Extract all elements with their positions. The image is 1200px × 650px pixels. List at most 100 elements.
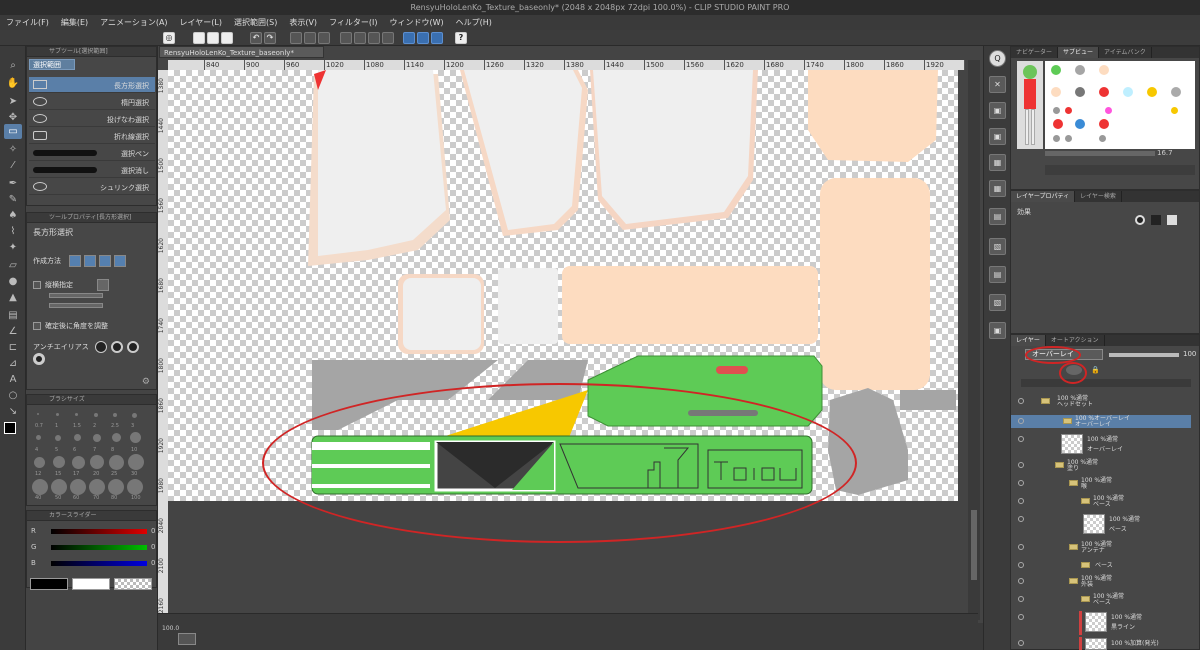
command-icon[interactable]: ▣ <box>989 102 1006 119</box>
menu-selection[interactable]: 選択範囲(S) <box>234 17 277 28</box>
menu-layer[interactable]: レイヤー(L) <box>180 17 222 28</box>
brush-size-preset[interactable] <box>36 435 41 440</box>
aspect-height-field[interactable] <box>49 303 103 308</box>
color-picker-image[interactable] <box>1045 61 1195 149</box>
menu-window[interactable]: ウィンドウ(W) <box>390 17 444 28</box>
command-icon[interactable]: ✕ <box>989 76 1006 93</box>
red-slider[interactable] <box>51 529 147 534</box>
eye-icon[interactable] <box>1018 614 1024 620</box>
eraser-tool-icon[interactable]: ▱ <box>4 258 22 273</box>
operation-tool-icon[interactable]: ➤ <box>4 94 22 109</box>
layer-row[interactable]: 100 %通常 塗り <box>1011 459 1191 472</box>
blend-tool-icon[interactable]: ● <box>4 274 22 289</box>
subtool-item-shrink[interactable]: シュリンク選択 <box>29 179 155 195</box>
tab-navigator[interactable]: ナビゲーター <box>1011 47 1059 58</box>
brush-size-preset[interactable] <box>53 456 65 468</box>
brush-size-preset[interactable] <box>51 479 67 495</box>
eye-icon[interactable] <box>1018 480 1024 486</box>
menu-filter[interactable]: フィルター(I) <box>329 17 377 28</box>
zoom-tool-icon[interactable]: ⌕ <box>4 58 22 73</box>
layer-row[interactable]: 100 %通常 オーバーレイ <box>1011 433 1191 457</box>
eye-icon[interactable] <box>1018 562 1024 568</box>
auto-select-icon[interactable]: ✧ <box>4 142 22 157</box>
invert-selection-icon[interactable] <box>368 32 380 44</box>
eye-icon[interactable] <box>1018 436 1024 442</box>
fill-tool-icon[interactable]: ▲ <box>4 290 22 305</box>
correct-line-tool-icon[interactable]: ↘ <box>4 404 22 419</box>
pen-tool-icon[interactable]: ✒ <box>4 176 22 191</box>
lock-icon[interactable]: 🔒 <box>1091 366 1100 374</box>
command-icon[interactable]: ▧ <box>989 238 1006 255</box>
zoom-slider[interactable] <box>1045 151 1155 156</box>
command-icon[interactable]: ▤ <box>989 208 1006 225</box>
figure-tool-icon[interactable]: ∠ <box>4 324 22 339</box>
layer-row[interactable]: 100 %加算(発光) <box>1011 637 1191 650</box>
aspect-checkbox[interactable] <box>33 281 41 289</box>
main-color-swatch[interactable] <box>4 422 22 437</box>
tab-layer[interactable]: レイヤー <box>1011 335 1046 346</box>
antialias-weak-icon[interactable] <box>110 341 123 353</box>
tab-auto-action[interactable]: オートアクション <box>1046 335 1105 346</box>
tab-subview[interactable]: サブビュー <box>1058 47 1100 58</box>
reference-character-image[interactable] <box>1017 61 1043 149</box>
canvas-paper[interactable] <box>168 70 958 501</box>
effect-tone-icon[interactable] <box>1151 215 1161 225</box>
clear-outside-icon[interactable] <box>304 32 316 44</box>
menu-animation[interactable]: アニメーション(A) <box>100 17 167 28</box>
subtool-item-polyline[interactable]: 折れ線選択 <box>29 128 155 144</box>
aspect-width-field[interactable] <box>49 293 103 298</box>
subtract-selection-icon[interactable] <box>99 255 112 267</box>
snap-special-ruler-icon[interactable] <box>417 32 429 44</box>
command-icon[interactable]: ▦ <box>989 154 1006 171</box>
sub-color-swatch[interactable] <box>72 578 110 590</box>
subtool-item-lasso[interactable]: 投げなわ選択 <box>29 111 155 127</box>
subtool-item-rect[interactable]: 長方形選択 <box>29 77 155 93</box>
opacity-slider[interactable] <box>1109 353 1179 357</box>
brush-size-preset[interactable] <box>132 413 137 418</box>
brush-size-preset[interactable] <box>113 413 117 417</box>
new-selection-icon[interactable] <box>69 255 82 267</box>
effect-layer-color-icon[interactable] <box>1167 215 1177 225</box>
show-selection-icon[interactable] <box>382 32 394 44</box>
antialias-strong-icon[interactable] <box>33 353 45 365</box>
brush-size-preset[interactable] <box>109 455 124 470</box>
blue-slider[interactable] <box>51 561 147 566</box>
effect-border-icon[interactable] <box>1135 215 1145 225</box>
layer-row[interactable]: 100 %通常 ベース <box>1011 513 1191 537</box>
command-icon[interactable]: ▧ <box>989 294 1006 311</box>
intersect-selection-icon[interactable] <box>114 255 127 267</box>
vertical-scroll-thumb[interactable] <box>971 510 977 580</box>
brush-size-preset[interactable] <box>128 454 144 470</box>
navigator-icon[interactable] <box>178 633 196 645</box>
brush-tool-icon[interactable]: ♠ <box>4 208 22 223</box>
brush-size-preset[interactable] <box>75 413 78 416</box>
settings-gear-icon[interactable]: ⚙ <box>142 377 150 387</box>
blend-mode-select[interactable]: オーバーレイ <box>1025 349 1103 360</box>
aspect-mode-icon[interactable] <box>97 279 110 291</box>
app-menu-icon[interactable]: ◎ <box>163 32 175 44</box>
brush-size-preset[interactable] <box>90 455 104 469</box>
layer-row[interactable]: 100 %通常 外装 <box>1011 575 1191 588</box>
redo-icon[interactable]: ↷ <box>264 32 276 44</box>
open-icon[interactable] <box>207 32 219 44</box>
eye-icon[interactable] <box>1018 596 1024 602</box>
main-color-swatch[interactable] <box>30 578 68 590</box>
adjust-angle-checkbox[interactable] <box>33 322 41 330</box>
brush-size-preset[interactable] <box>70 479 86 495</box>
command-icon[interactable]: ▤ <box>989 266 1006 283</box>
transparent-color-swatch[interactable] <box>114 578 152 590</box>
subtool-tab-selection[interactable]: 選択範囲 <box>29 59 75 70</box>
clip-to-lower-layer-icon[interactable] <box>1066 365 1082 375</box>
menu-help[interactable]: ヘルプ(H) <box>456 17 492 28</box>
brush-size-preset[interactable] <box>32 479 48 495</box>
layer-row[interactable]: 100 %通常 黒ライン <box>1011 611 1191 635</box>
clear-icon[interactable] <box>290 32 302 44</box>
brush-size-preset[interactable] <box>55 435 61 441</box>
layer-row[interactable]: 100 %通常 ベース <box>1011 593 1191 606</box>
brush-size-preset[interactable] <box>93 434 101 442</box>
green-slider[interactable] <box>51 545 147 550</box>
brush-size-preset[interactable] <box>72 456 85 469</box>
menu-edit[interactable]: 編集(E) <box>61 17 88 28</box>
brush-size-preset[interactable] <box>37 413 39 415</box>
antialias-medium-icon[interactable] <box>126 341 139 353</box>
